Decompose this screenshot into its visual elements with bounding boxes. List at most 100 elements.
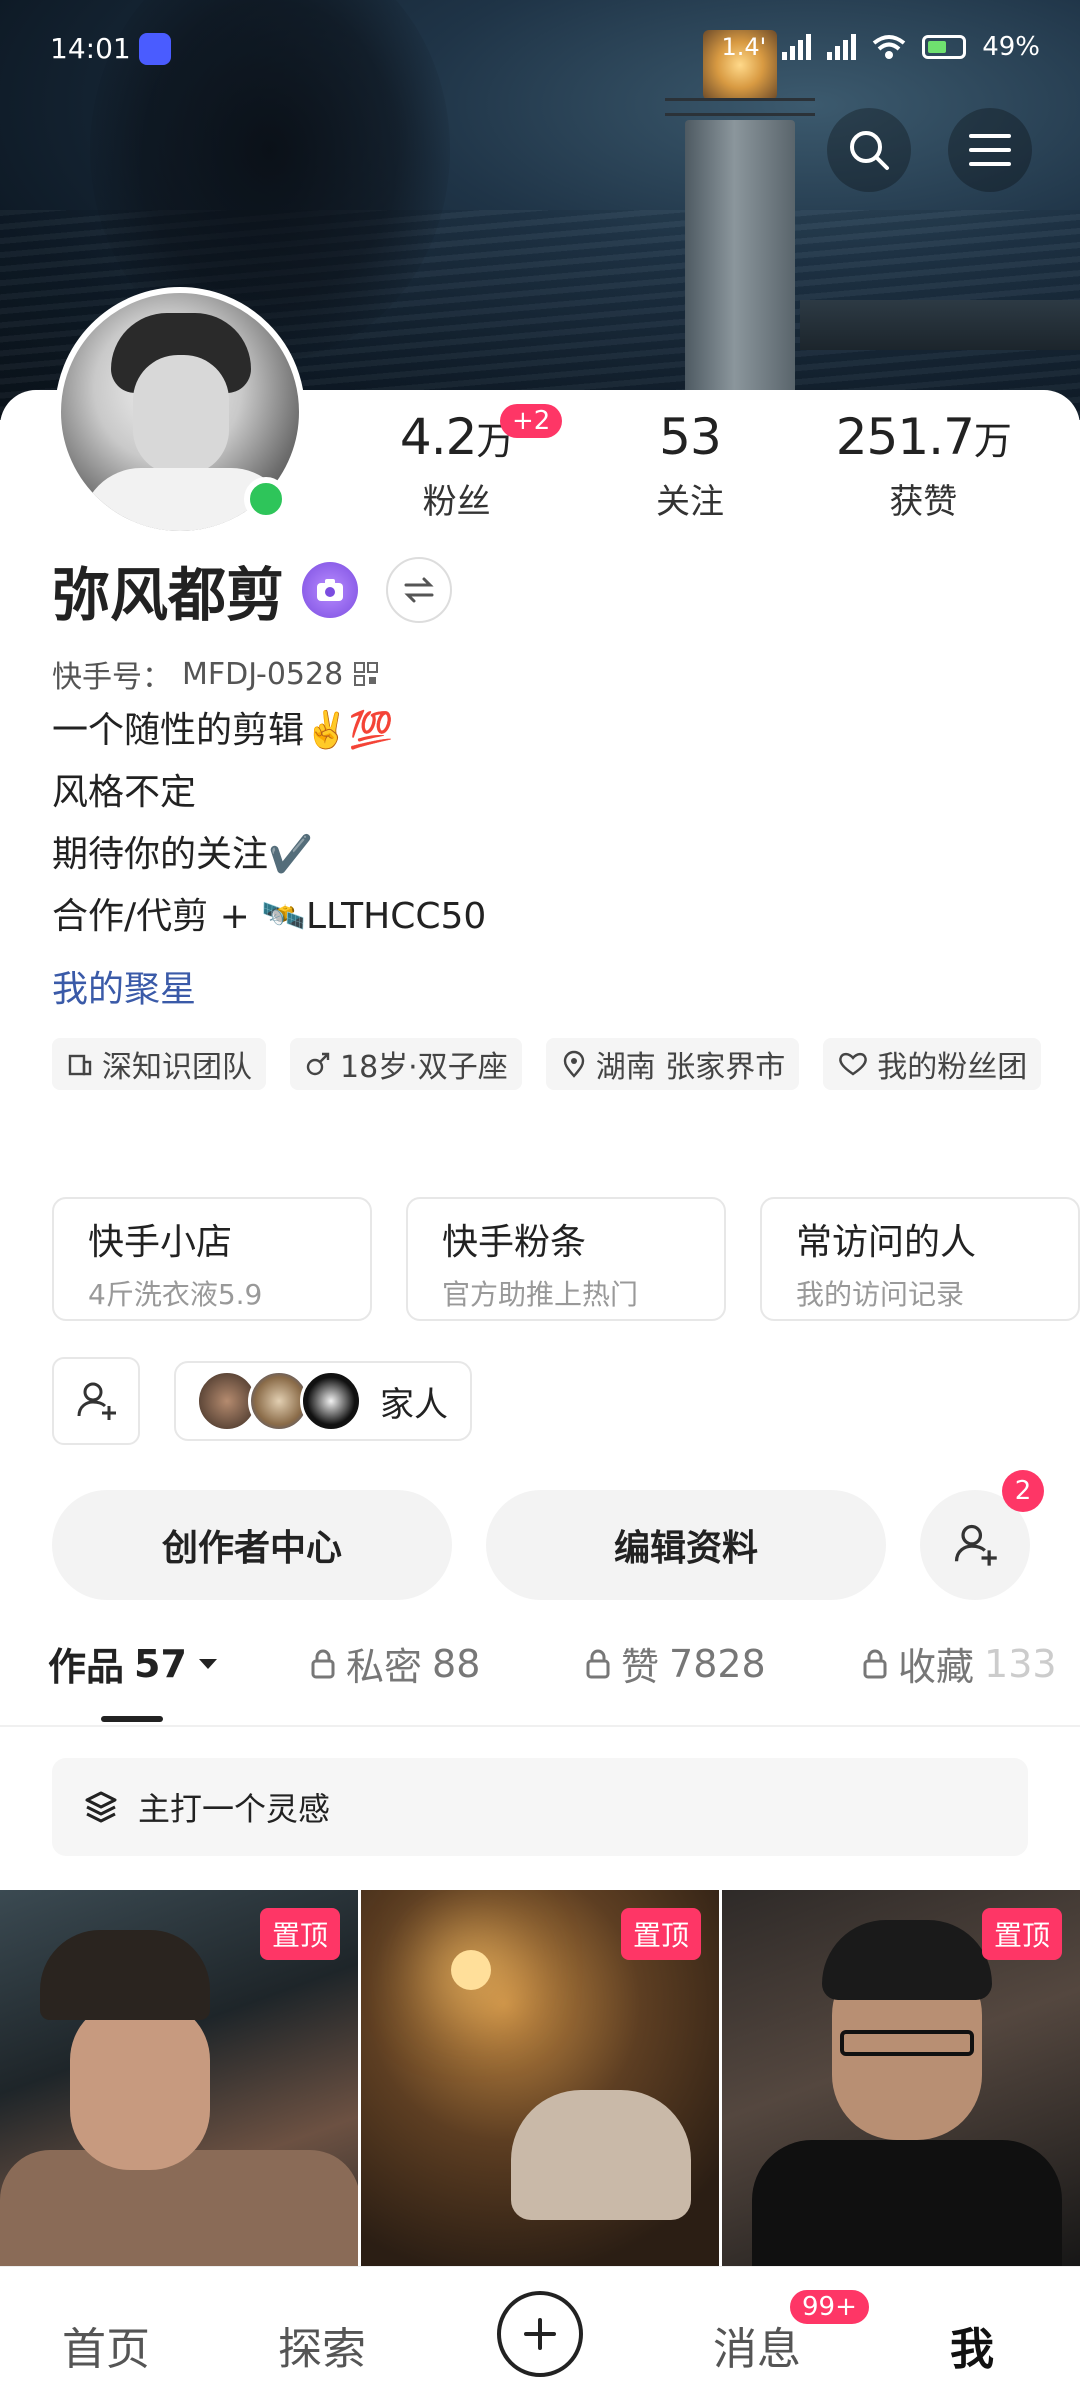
caret-down-icon — [198, 1658, 217, 1669]
video-thumbnail[interactable]: 置顶 — [722, 1890, 1080, 2270]
friend-requests-badge: 2 — [1002, 1470, 1044, 1512]
tag-label: 我的粉丝团 — [877, 1050, 1028, 1085]
qr-code-icon[interactable] — [353, 661, 379, 687]
profile-actions: 创作者中心 编辑资料 2 — [52, 1470, 1044, 1600]
nav-home[interactable]: 首页 — [62, 2313, 150, 2377]
following-label: 关注 — [655, 482, 724, 522]
bio-line: 风格不定 — [52, 772, 197, 813]
banner-pier — [800, 300, 1080, 350]
likes-count: 251.7 — [835, 408, 975, 466]
nav-messages[interactable]: 消息 — [713, 2313, 801, 2377]
tag-fan-club[interactable]: 我的粉丝团 — [823, 1038, 1042, 1090]
shortcut-title: 常访问的人 — [796, 1222, 977, 1263]
signal-icon — [782, 34, 812, 60]
shortcut-subtitle: 4斤洗衣液5.9 — [88, 1278, 263, 1311]
shortcut-subtitle: 官方助推上热门 — [442, 1278, 639, 1311]
male-icon — [306, 1052, 330, 1076]
kuaishou-id-row[interactable]: 快手号： MFDJ-0528 — [52, 652, 379, 696]
tag-label: 18岁·双子座 — [340, 1050, 508, 1085]
pinned-badge: 置顶 — [620, 1908, 701, 1960]
search-icon — [850, 131, 889, 170]
edit-profile-button[interactable]: 编辑资料 — [486, 1490, 886, 1600]
nav-me[interactable]: 我 — [950, 2313, 994, 2377]
shortcut-shop[interactable]: 快手小店 4斤洗衣液5.9 — [52, 1197, 372, 1321]
pinned-badge: 置顶 — [981, 1908, 1062, 1960]
signal-2-icon — [827, 34, 857, 60]
status-time: 14:01 — [50, 32, 131, 65]
status-bar: 14:01 1.4' 49% — [0, 0, 1080, 100]
tab-count: 7828 — [669, 1641, 766, 1686]
add-friend-button[interactable] — [52, 1357, 140, 1445]
family-row: 家人 — [52, 1357, 472, 1445]
network-speed: 1.4' — [721, 33, 767, 61]
shortcut-title: 快手小店 — [88, 1222, 233, 1263]
wifi-icon — [872, 35, 906, 59]
tab-label: 收藏 — [898, 1645, 975, 1689]
fans-count: 4.2 — [399, 408, 478, 466]
creator-center-button[interactable]: 创作者中心 — [52, 1490, 452, 1600]
fans-label: 粉丝 — [422, 482, 491, 522]
tab-liked[interactable]: 赞 7828 — [585, 1636, 766, 1691]
likes-stat[interactable]: 251.7万 获赞 — [807, 408, 1040, 523]
likes-unit: 万 — [973, 419, 1012, 463]
battery-icon — [922, 35, 967, 59]
name-row: 弥风都剪 — [52, 548, 453, 632]
video-thumbnail[interactable]: 置顶 — [0, 1890, 358, 2270]
tab-works[interactable]: 作品 57 — [48, 1636, 219, 1691]
friend-requests-button[interactable]: 2 — [920, 1470, 1044, 1600]
fans-new-badge: +2 — [500, 404, 563, 438]
swap-icon — [404, 577, 434, 603]
tag-team[interactable]: 深知识团队 — [52, 1038, 266, 1090]
shortcut-visitors[interactable]: 常访问的人 我的访问记录 — [760, 1197, 1080, 1321]
kuaishou-id-label: 快手号： — [52, 660, 172, 695]
juxing-link[interactable]: 我的聚星 — [52, 960, 196, 1012]
layers-icon — [85, 1791, 117, 1823]
shortcut-title: 快手粉条 — [442, 1222, 587, 1263]
shortcut-subtitle: 我的访问记录 — [796, 1278, 965, 1311]
tab-favorites[interactable]: 收藏 133 — [862, 1636, 1080, 1691]
following-stat[interactable]: 53 关注 — [573, 408, 806, 523]
family-group-button[interactable]: 家人 — [174, 1361, 472, 1441]
lock-icon — [586, 1649, 610, 1678]
creator-badge-icon[interactable] — [302, 562, 359, 618]
tag-label: 湖南 张家界市 — [595, 1050, 786, 1085]
tab-label: 作品 — [48, 1645, 125, 1689]
location-icon — [563, 1050, 584, 1078]
likes-label: 获赞 — [889, 482, 958, 522]
video-grid: 置顶 置顶 置顶 — [0, 1890, 1080, 2270]
bottom-nav: 首页 探索 消息 99+ 我 — [0, 2266, 1080, 2400]
add-user-icon — [77, 1382, 116, 1420]
collection-bar[interactable]: 主打一个灵感 — [52, 1758, 1028, 1856]
tag-location[interactable]: 湖南 张家界市 — [545, 1038, 800, 1090]
hamburger-icon — [969, 134, 1011, 166]
bio-line: 期待你的关注✔️ — [52, 834, 313, 875]
heart-icon — [839, 1052, 868, 1076]
nav-explore[interactable]: 探索 — [278, 2313, 366, 2377]
switch-account-button[interactable] — [386, 557, 453, 623]
tab-label: 私密 — [346, 1645, 423, 1689]
menu-button[interactable] — [948, 108, 1032, 192]
pinned-badge: 置顶 — [259, 1908, 340, 1960]
profile-tags: 深知识团队 18岁·双子座 湖南 张家界市 我的粉丝团 — [52, 1038, 1042, 1090]
lock-icon — [863, 1649, 887, 1678]
tab-label: 赞 — [621, 1645, 660, 1689]
video-thumbnail[interactable]: 置顶 — [361, 1890, 719, 2270]
following-count: 53 — [659, 408, 722, 466]
service-shortcuts: 快手小店 4斤洗衣液5.9 快手粉条 官方助推上热门 常访问的人 我的访问记录 — [52, 1197, 1080, 1321]
shortcut-promotion[interactable]: 快手粉条 官方助推上热门 — [406, 1197, 726, 1321]
tabs-divider — [0, 1725, 1080, 1727]
fans-stat[interactable]: 4.2万 +2 粉丝 — [340, 404, 573, 523]
tab-private[interactable]: 私密 88 — [310, 1636, 480, 1691]
create-button[interactable] — [497, 2291, 583, 2377]
search-button[interactable] — [827, 108, 911, 192]
kuaishou-id-value: MFDJ-0528 — [182, 656, 344, 692]
bio-line: 一个随性的剪辑✌️💯 — [52, 710, 394, 751]
family-label: 家人 — [380, 1384, 448, 1425]
lock-icon — [311, 1649, 335, 1678]
content-tabs: 作品 57 私密 88 赞 7828 收藏 133 — [0, 1636, 1080, 1726]
tag-age[interactable]: 18岁·双子座 — [290, 1038, 522, 1090]
profile-name: 弥风都剪 — [52, 561, 285, 629]
messages-badge: 99+ — [787, 2287, 872, 2327]
battery-level: 49% — [982, 32, 1040, 62]
collection-label: 主打一个灵感 — [138, 1790, 331, 1828]
